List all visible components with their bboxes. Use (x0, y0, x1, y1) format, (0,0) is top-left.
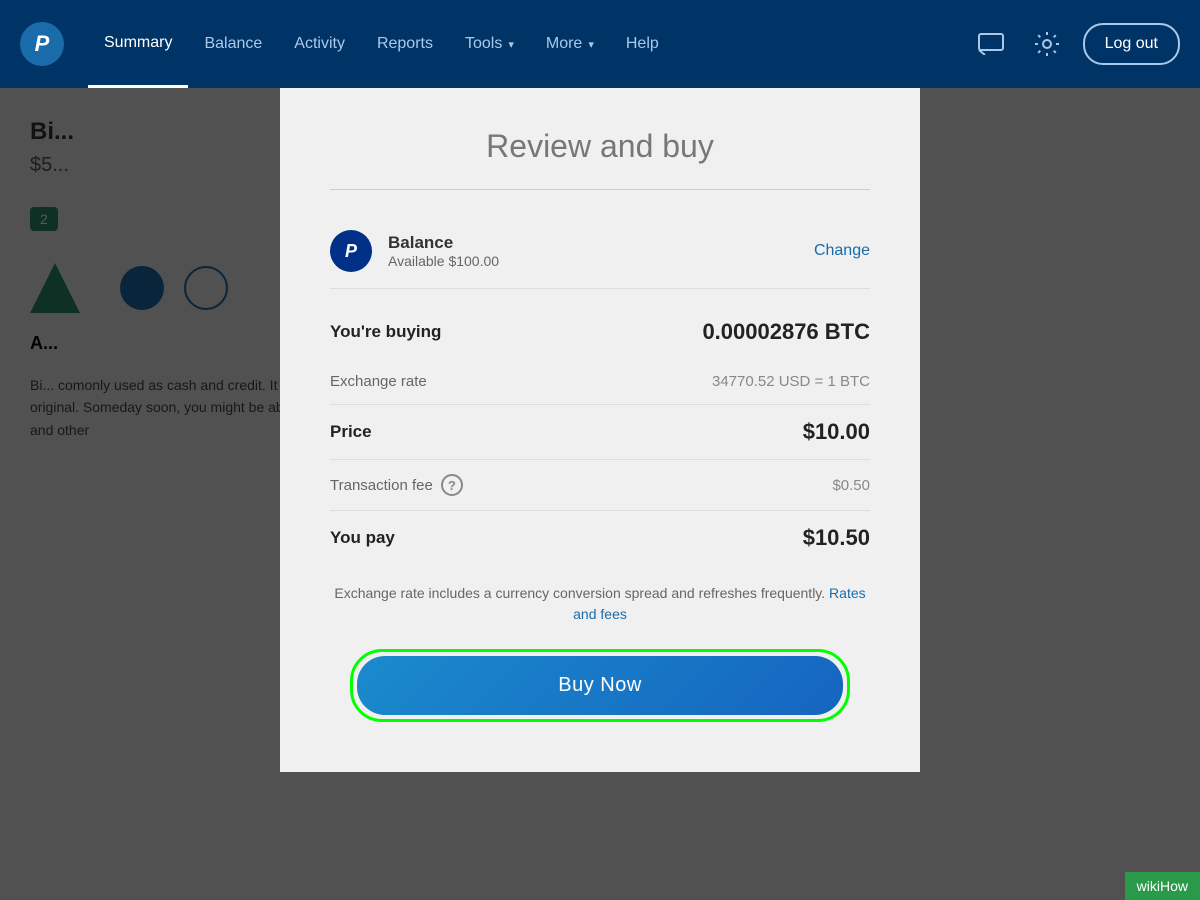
you-pay-label: You pay (330, 528, 395, 548)
exchange-note: Exchange rate includes a currency conver… (330, 583, 870, 625)
you-pay-value: $10.50 (803, 525, 870, 551)
modal-title: Review and buy (330, 128, 870, 165)
message-icon[interactable] (971, 24, 1011, 64)
paypal-logo-letter: P (35, 31, 50, 57)
nav-more[interactable]: More ▾ (530, 0, 610, 88)
paypal-circle-icon: P (330, 230, 372, 272)
transaction-fee-value: $0.50 (832, 477, 870, 494)
navbar: P Summary Balance Activity Reports Tools… (0, 0, 1200, 88)
you-pay-row: You pay $10.50 (330, 511, 870, 565)
price-row: Price $10.00 (330, 405, 870, 459)
payment-label: Balance (388, 233, 814, 253)
transaction-fee-label: Transaction fee (330, 477, 433, 494)
you-buying-row: You're buying 0.00002876 BTC (330, 305, 870, 359)
price-value: $10.00 (803, 419, 870, 445)
change-link[interactable]: Change (814, 242, 870, 260)
transaction-fee-help-icon[interactable]: ? (441, 474, 463, 496)
nav-tools[interactable]: Tools ▾ (449, 0, 530, 88)
nav-summary[interactable]: Summary (88, 0, 188, 88)
you-buying-value: 0.00002876 BTC (702, 319, 870, 345)
navbar-right: Log out (971, 23, 1180, 65)
transaction-fee-row: Transaction fee ? $0.50 (330, 460, 870, 510)
buy-now-button[interactable]: Buy Now (357, 656, 843, 715)
nav-activity[interactable]: Activity (278, 0, 361, 88)
price-label: Price (330, 422, 372, 442)
exchange-rate-label: Exchange rate (330, 373, 427, 390)
paypal-logo: P (20, 22, 64, 66)
buy-now-wrapper: Buy Now (350, 649, 850, 722)
payment-method-row: P Balance Available $100.00 Change (330, 214, 870, 289)
transaction-fee-label-group: Transaction fee ? (330, 474, 463, 496)
modal-title-divider (330, 189, 870, 190)
payment-available: Available $100.00 (388, 253, 814, 269)
settings-icon[interactable] (1027, 24, 1067, 64)
wikihow-badge: wikiHow (1125, 872, 1200, 900)
nav-help[interactable]: Help (610, 0, 675, 88)
exchange-rate-value: 34770.52 USD = 1 BTC (712, 373, 870, 390)
review-modal: Review and buy P Balance Available $100.… (280, 88, 920, 772)
logout-button[interactable]: Log out (1083, 23, 1180, 65)
nav-balance[interactable]: Balance (188, 0, 278, 88)
you-buying-label: You're buying (330, 322, 441, 342)
payment-info: Balance Available $100.00 (388, 233, 814, 269)
tools-chevron-icon: ▾ (508, 38, 514, 51)
nav-links: Summary Balance Activity Reports Tools ▾… (88, 0, 971, 88)
note-static-text: Exchange rate includes a currency conver… (334, 585, 825, 601)
more-chevron-icon: ▾ (588, 38, 594, 51)
exchange-rate-row: Exchange rate 34770.52 USD = 1 BTC (330, 359, 870, 404)
nav-reports[interactable]: Reports (361, 0, 449, 88)
paypal-p-letter: P (345, 241, 357, 262)
